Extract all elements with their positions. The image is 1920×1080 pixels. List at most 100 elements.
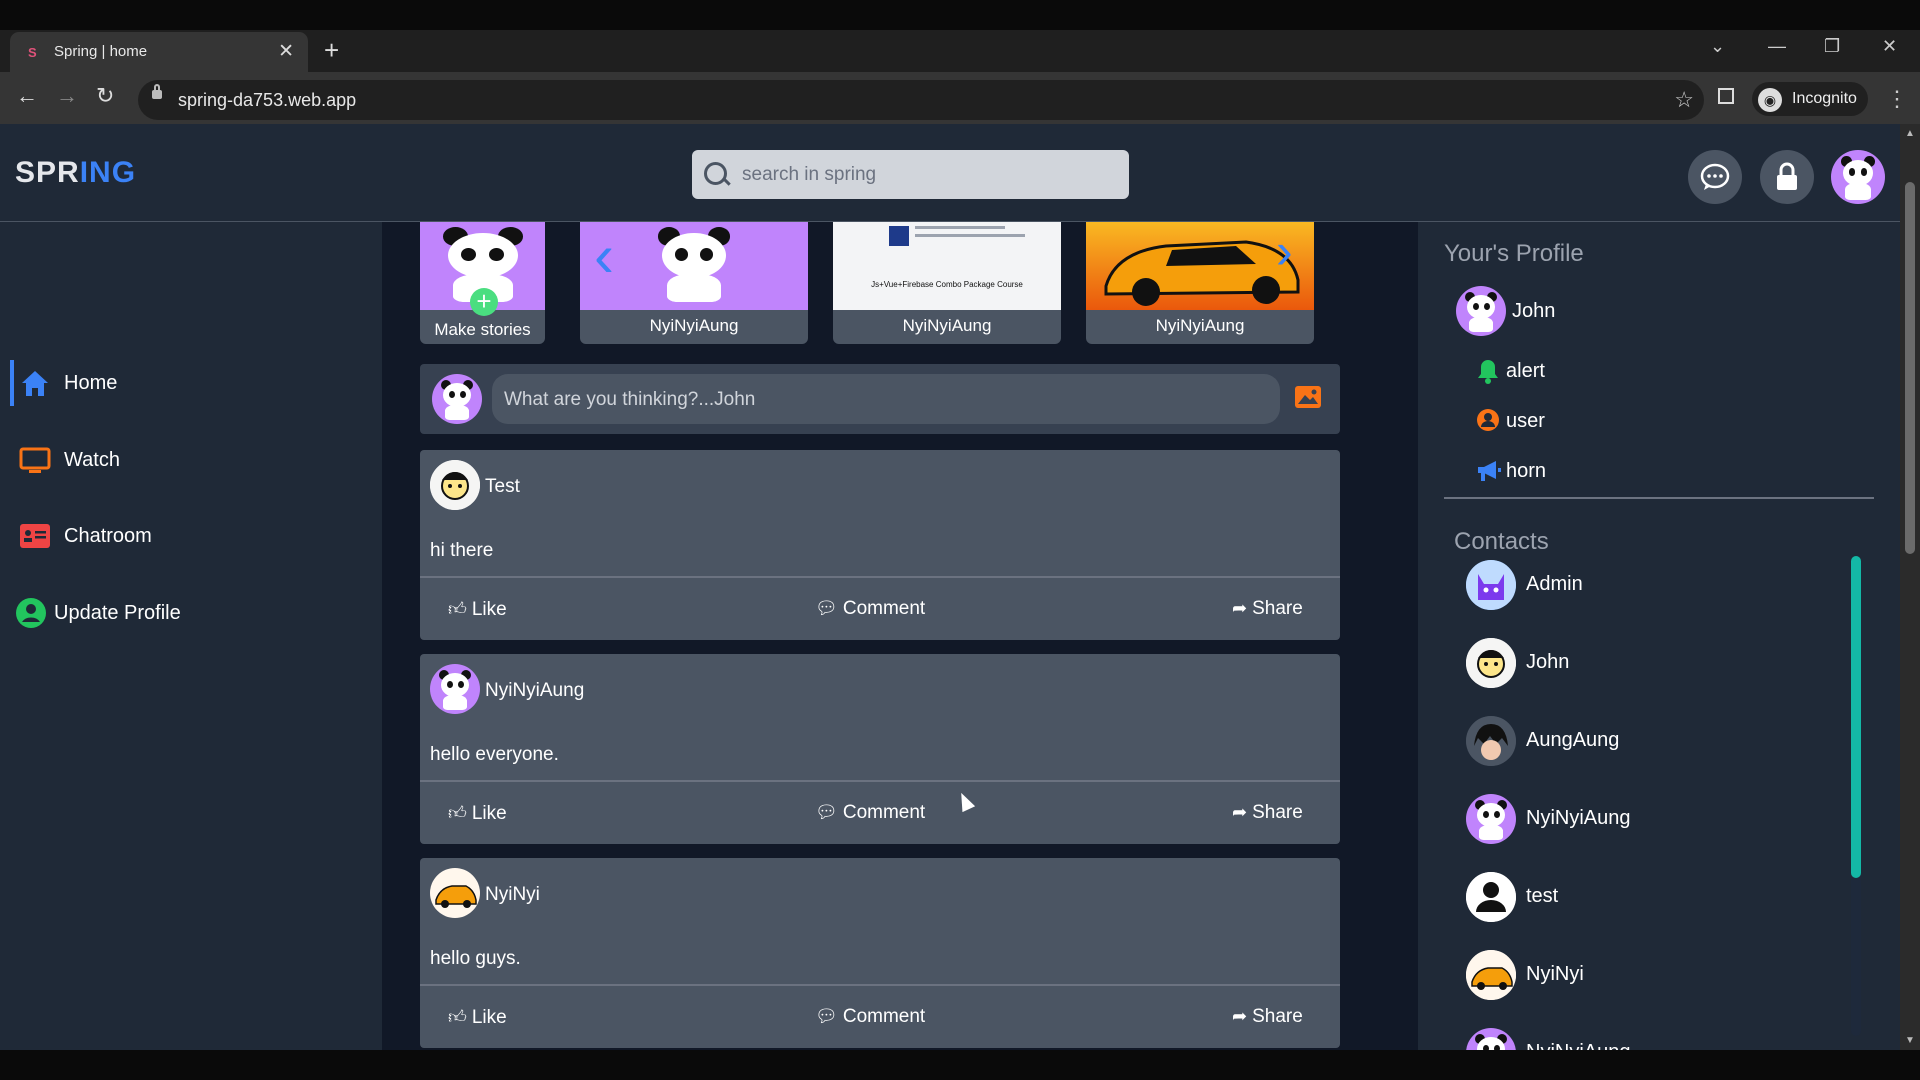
sidebar-item-label: Watch	[64, 449, 120, 471]
story-card[interactable]: ‹ NyiNyiAung	[580, 222, 808, 344]
contact-item[interactable]: AungAung	[1466, 716, 1766, 766]
padlock-icon	[1777, 162, 1797, 190]
lock-button[interactable]	[1760, 150, 1814, 204]
sidebar-item-label: Home	[64, 372, 118, 394]
post-text: hello guys.	[430, 948, 521, 969]
contact-name: NyiNyi	[1526, 963, 1584, 985]
messenger-button[interactable]	[1688, 150, 1742, 204]
address-bar[interactable]: spring-da753.web.app ☆	[138, 80, 1704, 120]
story-next-icon[interactable]: ›	[1276, 226, 1293, 276]
share-icon: ➦	[1232, 598, 1248, 618]
thumbs-up-icon: 👍︎	[448, 803, 467, 823]
close-tab-icon[interactable]: ✕	[278, 40, 294, 63]
default-user-icon	[1466, 872, 1516, 922]
search-input[interactable]: search in spring	[692, 150, 1129, 199]
incognito-badge[interactable]: ◉ Incognito	[1752, 82, 1868, 116]
contact-avatar	[1466, 950, 1516, 1000]
chatroom-icon	[20, 524, 50, 548]
search-placeholder: search in spring	[742, 164, 877, 185]
post-divider	[420, 780, 1340, 782]
profile-item-alert[interactable]: alert	[1476, 354, 1676, 388]
share-button[interactable]: ➦ Share	[1232, 802, 1303, 824]
contact-avatar	[1466, 638, 1516, 688]
browser-menu-icon[interactable]: ⋮	[1886, 86, 1908, 112]
profile-name[interactable]: John	[1512, 300, 1555, 323]
back-icon[interactable]: ←	[16, 84, 38, 108]
sidebar-item-update-profile[interactable]: Update Profile	[14, 590, 364, 636]
story-card-make[interactable]: + Make stories	[420, 222, 545, 344]
face-avatar-icon	[430, 460, 480, 510]
app-logo[interactable]: SPRING	[15, 156, 136, 190]
sidebar-item-watch[interactable]: Watch	[14, 437, 364, 483]
browser-tab[interactable]: S Spring | home ✕	[10, 32, 308, 72]
new-tab-icon[interactable]: +	[324, 36, 339, 64]
post-author[interactable]: NyiNyiAung	[485, 680, 584, 702]
comment-button[interactable]: 💬︎ Comment	[815, 1006, 925, 1028]
contact-avatar	[1466, 794, 1516, 844]
reload-icon[interactable]: ↻	[96, 84, 114, 108]
contact-item[interactable]: test	[1466, 872, 1766, 922]
post-input-placeholder: What are you thinking?...John	[504, 389, 756, 410]
contact-item[interactable]: NyiNyiAung	[1466, 1028, 1766, 1050]
page-scrollbar[interactable]: ▲ ▼	[1900, 124, 1920, 1050]
contact-item[interactable]: Admin	[1466, 560, 1766, 610]
add-story-icon[interactable]: +	[470, 288, 498, 316]
share-button[interactable]: ➦ Share	[1232, 598, 1303, 620]
contact-name: NyiNyiAung	[1526, 1041, 1630, 1050]
profile-item-label: user	[1506, 410, 1545, 432]
page-scroll-thumb[interactable]	[1905, 182, 1915, 554]
thumbnail-logo	[889, 226, 909, 246]
incognito-icon: ◉	[1758, 88, 1782, 112]
like-button[interactable]: 👍︎ Like	[448, 802, 507, 825]
scroll-up-icon[interactable]: ▲	[1905, 128, 1915, 139]
comment-button[interactable]: 💬︎ Comment	[815, 598, 925, 620]
restore-icon[interactable]: ❐	[1824, 36, 1840, 57]
bookmark-star-icon[interactable]: ☆	[1674, 87, 1694, 113]
app-root: SPRING search in spring Home Watch Chatr…	[0, 124, 1900, 1050]
comment-label: Comment	[842, 802, 926, 823]
image-upload-icon[interactable]	[1294, 385, 1322, 409]
minimize-icon[interactable]: —	[1768, 36, 1786, 57]
post-input[interactable]: What are you thinking?...John	[492, 374, 1280, 424]
lock-icon	[152, 84, 162, 99]
car-avatar-icon	[435, 885, 477, 908]
contact-item[interactable]: NyiNyi	[1466, 950, 1766, 1000]
contact-item[interactable]: NyiNyiAung	[1466, 794, 1766, 844]
profile-panel-heading: Your's Profile	[1444, 240, 1584, 267]
composer-avatar	[432, 374, 482, 424]
story-card[interactable]: › NyiNyiAung	[1086, 222, 1314, 344]
user-avatar-button[interactable]	[1831, 150, 1885, 204]
comment-icon: 💬︎	[815, 598, 838, 618]
contact-name: NyiNyiAung	[1526, 807, 1631, 829]
contact-item[interactable]: John	[1466, 638, 1766, 688]
sidebar-item-label: Chatroom	[64, 525, 152, 547]
like-button[interactable]: 👍︎ Like	[448, 598, 507, 621]
close-window-icon[interactable]: ✕	[1882, 36, 1897, 57]
post-author[interactable]: Test	[485, 476, 520, 498]
sidebar-item-home[interactable]: Home	[14, 360, 364, 406]
profile-item-label: alert	[1506, 360, 1545, 382]
post-author[interactable]: NyiNyi	[485, 884, 540, 906]
contact-name: Admin	[1526, 573, 1583, 595]
comment-button[interactable]: 💬︎ Comment	[815, 802, 925, 824]
forward-icon[interactable]: →	[56, 84, 78, 108]
profile-item-user[interactable]: user	[1476, 404, 1676, 438]
scroll-down-icon[interactable]: ▼	[1905, 1035, 1915, 1046]
profile-avatar[interactable]	[1456, 286, 1506, 336]
story-card[interactable]: Js+Vue+Firebase Combo Package Course Nyi…	[833, 222, 1061, 344]
side-panel-icon[interactable]	[1718, 88, 1734, 104]
share-icon: ➦	[1232, 802, 1248, 822]
sidebar-item-chatroom[interactable]: Chatroom	[14, 513, 364, 559]
tab-search-icon[interactable]: ⌄	[1710, 36, 1725, 57]
story-image: ›	[1086, 222, 1314, 310]
chat-bubble-icon	[1700, 163, 1730, 190]
story-prev-icon[interactable]: ‹	[594, 226, 614, 286]
like-button[interactable]: 👍︎ Like	[448, 1006, 507, 1029]
contact-avatar	[1466, 872, 1516, 922]
anime-avatar-icon	[1466, 716, 1516, 766]
contact-avatar	[1466, 1028, 1516, 1050]
share-button[interactable]: ➦ Share	[1232, 1006, 1303, 1028]
contacts-scroll-thumb[interactable]	[1851, 556, 1861, 878]
left-sidebar	[0, 222, 380, 1050]
profile-item-horn[interactable]: horn	[1476, 454, 1676, 488]
